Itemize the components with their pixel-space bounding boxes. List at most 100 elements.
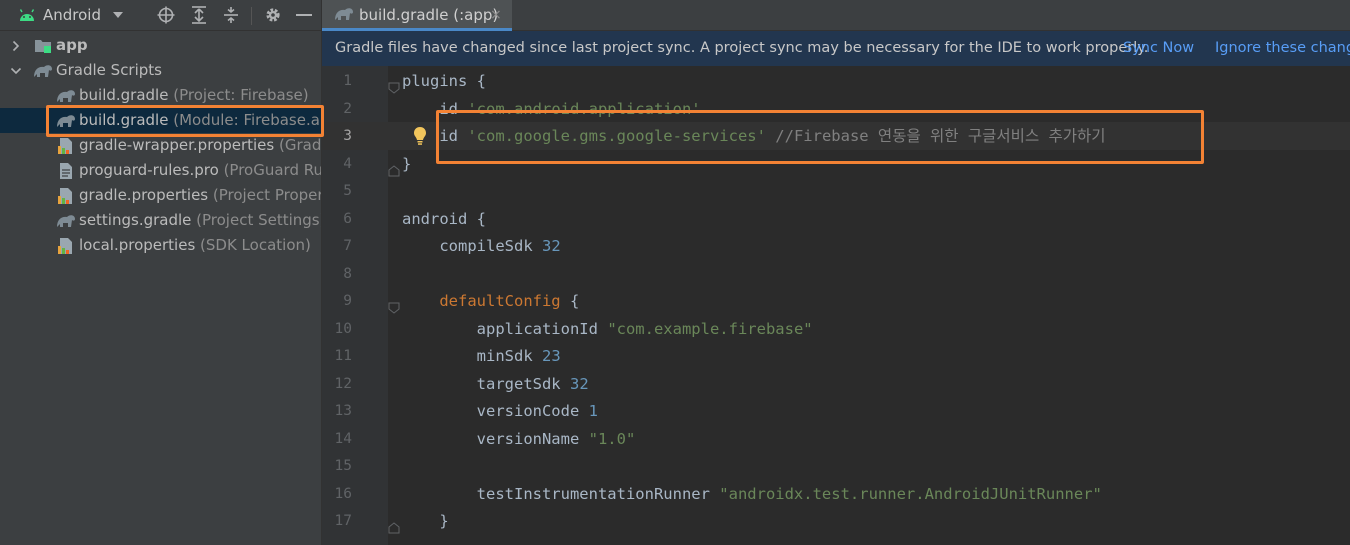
- code-text: testInstrumentationRunner "androidx.test…: [402, 480, 1102, 508]
- line-number: 9: [343, 293, 352, 309]
- text-file-icon: [56, 158, 76, 183]
- code-token: plugins {: [402, 72, 486, 90]
- gradle-sync-notification: Gradle files have changed since last pro…: [322, 31, 1350, 66]
- code-token: versionCode: [402, 402, 589, 420]
- chevron-down-icon[interactable]: [10, 58, 22, 83]
- code-line[interactable]: 13 versionCode 1: [322, 397, 1350, 425]
- tree-item[interactable]: settings.gradle (Project Settings): [0, 208, 321, 233]
- tree-item[interactable]: Gradle Scripts: [0, 58, 321, 83]
- tree-item-label: app: [56, 36, 88, 54]
- code-text: minSdk 23: [402, 342, 561, 370]
- expand-all-icon[interactable]: [189, 5, 209, 25]
- code-token: 23: [541, 347, 561, 365]
- code-text: }: [402, 507, 449, 535]
- tab-build-gradle-app[interactable]: build.gradle (:app) ×: [322, 0, 512, 31]
- code-token: versionName: [402, 429, 589, 448]
- collapse-all-icon[interactable]: [221, 5, 241, 25]
- code-text: defaultConfig {: [402, 287, 579, 315]
- fold-marker-icon[interactable]: [388, 75, 400, 94]
- annotation-highlight-module-gradle: [46, 105, 324, 137]
- code-line[interactable]: 17 }: [322, 507, 1350, 535]
- code-text: versionName "1.0": [402, 425, 636, 453]
- code-token: {: [560, 292, 580, 310]
- module-folder-icon: [33, 33, 53, 58]
- code-line[interactable]: 16 testInstrumentationRunner "androidx.t…: [322, 480, 1350, 508]
- line-number: 3: [343, 128, 352, 144]
- android-icon: [17, 5, 37, 25]
- gradle-icon: [334, 6, 354, 24]
- code-text: applicationId "com.example.firebase": [402, 315, 813, 343]
- code-text: android {: [402, 205, 486, 233]
- line-number: 14: [334, 430, 352, 447]
- locate-file-icon[interactable]: [156, 5, 176, 25]
- tree-item-label: proguard-rules.pro (ProGuard Rules: [79, 158, 321, 183]
- code-token: 32: [569, 374, 589, 393]
- line-number: 17: [334, 513, 352, 529]
- line-number: 8: [343, 265, 352, 282]
- close-icon[interactable]: ×: [490, 5, 502, 25]
- project-tool-window: Android app Gradle Scripts build.gradle (P…: [0, 0, 321, 545]
- code-line[interactable]: 10 applicationId "com.example.firebase": [322, 315, 1350, 343]
- properties-file-icon: [56, 233, 76, 258]
- tree-item[interactable]: gradle.properties (Project Properties: [0, 183, 321, 208]
- code-token: 1: [588, 402, 598, 420]
- code-line[interactable]: 8: [322, 260, 1350, 288]
- tree-item[interactable]: app: [0, 33, 321, 58]
- line-number: 15: [334, 458, 352, 474]
- tree-item-hint: (Project Settings): [191, 211, 321, 229]
- gradle-icon: [56, 208, 76, 233]
- code-line[interactable]: 7 compileSdk 32: [322, 232, 1350, 260]
- line-number: 12: [334, 375, 352, 392]
- minimize-icon[interactable]: [294, 5, 314, 25]
- code-token: applicationId: [402, 319, 608, 338]
- tree-item-hint: (SDK Location): [195, 236, 311, 254]
- code-token: targetSdk: [402, 374, 570, 393]
- code-line[interactable]: 6 android {: [322, 205, 1350, 233]
- line-number: 11: [334, 348, 352, 364]
- code-token: }: [402, 512, 449, 530]
- code-line[interactable]: 9 defaultConfig {: [322, 287, 1350, 315]
- chevron-down-icon[interactable]: [111, 5, 125, 25]
- editor-tab-bar: build.gradle (:app) ×: [322, 0, 1350, 31]
- fold-marker-icon[interactable]: [388, 515, 400, 534]
- notification-message: Gradle files have changed since last pro…: [335, 40, 1149, 56]
- tree-item-label: Gradle Scripts: [56, 61, 162, 79]
- code-token: minSdk: [402, 347, 542, 365]
- tree-item[interactable]: local.properties (SDK Location): [0, 233, 321, 258]
- code-line[interactable]: 5: [322, 177, 1350, 205]
- code-line[interactable]: 15: [322, 452, 1350, 480]
- tree-item-hint: (Project: Firebase): [168, 86, 309, 104]
- fold-marker-icon[interactable]: [388, 295, 400, 314]
- gear-icon[interactable]: [263, 5, 283, 25]
- line-number: 6: [343, 210, 352, 227]
- code-text: plugins {: [402, 67, 486, 95]
- annotation-highlight-google-services: [436, 110, 1204, 164]
- tree-item-label: local.properties (SDK Location): [79, 236, 311, 254]
- code-text: }: [402, 150, 411, 178]
- code-line[interactable]: 1 plugins {: [322, 67, 1350, 95]
- code-token: android {: [402, 209, 486, 228]
- code-token: "1.0": [588, 429, 636, 448]
- ignore-changes-link[interactable]: Ignore these changes: [1215, 31, 1350, 66]
- project-toolbar: Android: [0, 0, 321, 31]
- code-text: compileSdk 32: [402, 232, 561, 260]
- line-number: 1: [343, 73, 352, 89]
- code-line[interactable]: 14 versionName "1.0": [322, 425, 1350, 453]
- line-number: 16: [334, 485, 352, 502]
- fold-marker-icon[interactable]: [388, 158, 400, 176]
- sync-now-link[interactable]: Sync Now: [1123, 31, 1194, 66]
- code-line[interactable]: 11 minSdk 23: [322, 342, 1350, 370]
- code-token: "com.example.firebase": [607, 319, 813, 338]
- tree-item-label: settings.gradle (Project Settings): [79, 208, 321, 233]
- tree-item-hint: (Project Properties: [212, 186, 321, 204]
- chevron-right-icon[interactable]: [10, 33, 22, 58]
- code-line[interactable]: 12 targetSdk 32: [322, 370, 1350, 398]
- code-token: 32: [541, 237, 561, 255]
- line-number: 13: [334, 403, 352, 419]
- tree-item[interactable]: proguard-rules.pro (ProGuard Rules: [0, 158, 321, 183]
- code-token: compileSdk: [402, 237, 542, 255]
- line-number: 4: [343, 155, 352, 172]
- project-view-selector[interactable]: Android: [43, 5, 101, 25]
- editor-area: build.gradle (:app) × Gradle files have …: [321, 0, 1350, 545]
